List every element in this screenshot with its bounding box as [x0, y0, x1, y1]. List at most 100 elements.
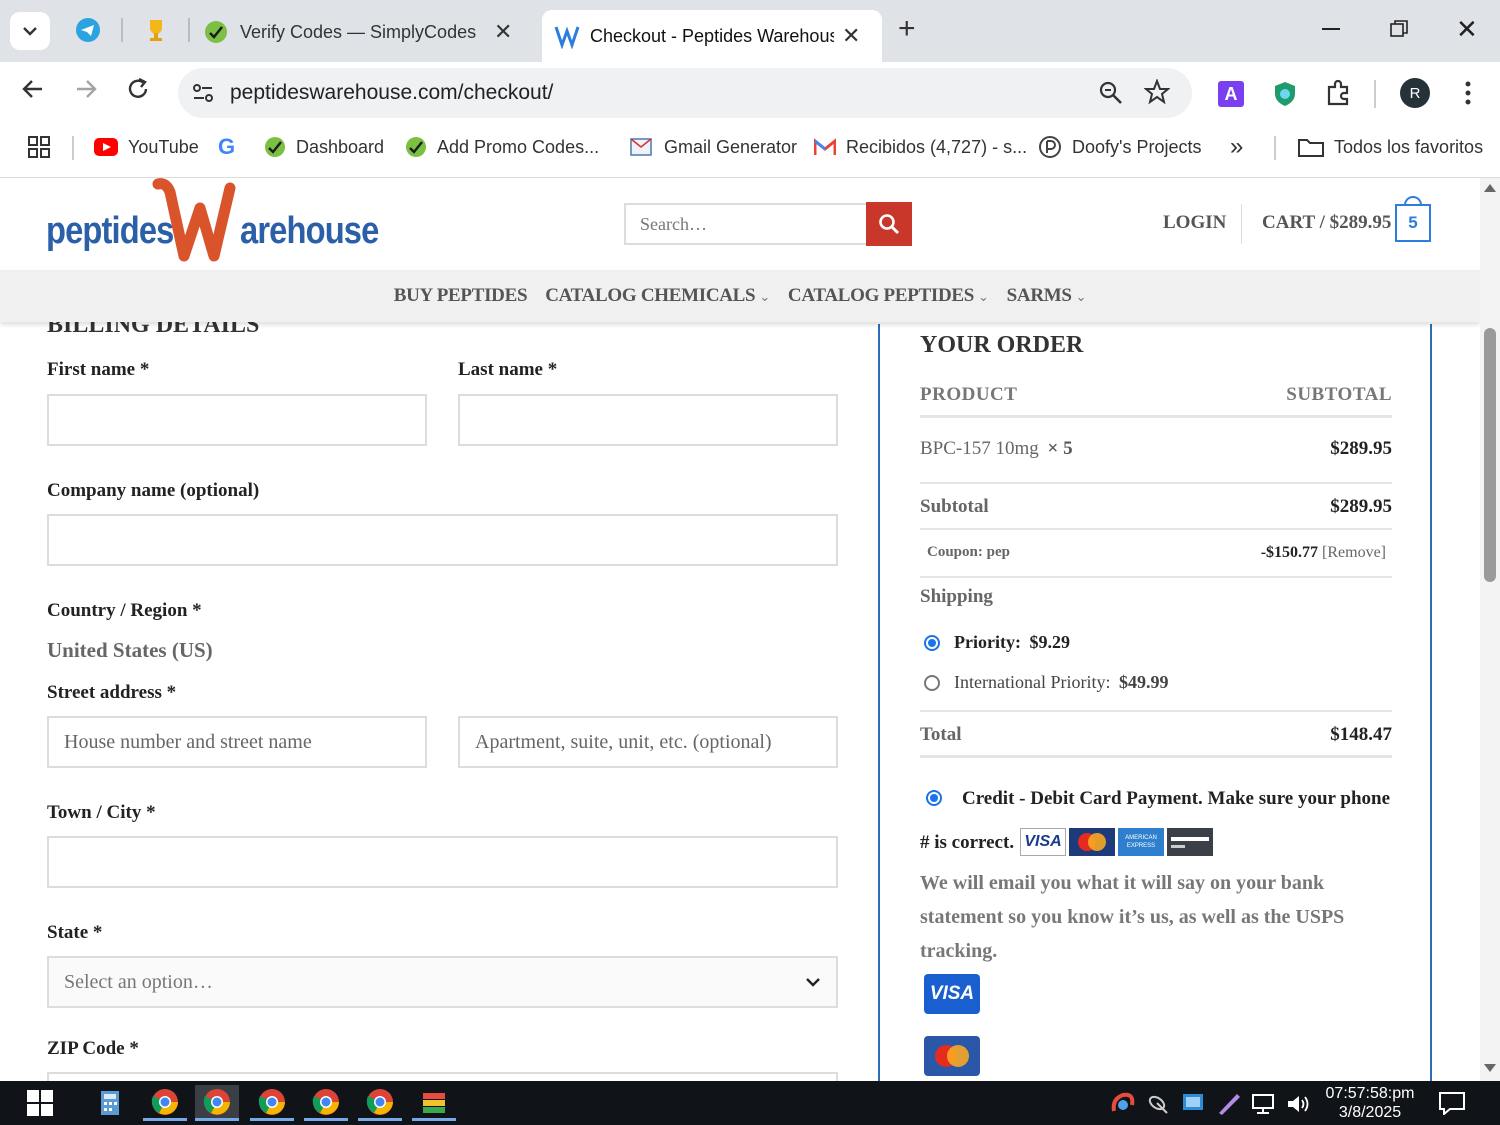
zoom-icon[interactable]	[1098, 80, 1124, 111]
nav-buy-peptides[interactable]: BUY PEPTIDES	[393, 285, 528, 307]
tab-checkout[interactable]: Checkout - Peptides Warehouse ✕	[542, 10, 882, 62]
clock[interactable]: 07:57:58:pm 3/8/2025	[1322, 1084, 1418, 1122]
shipping-label: Shipping	[920, 586, 993, 607]
taskbar-chrome-3[interactable]	[250, 1085, 294, 1121]
start-button[interactable]	[18, 1085, 62, 1121]
tab-strip: Verify Codes — SimplyCodes ✕ Checkout - …	[0, 0, 1500, 62]
pinned-tab-telegram[interactable]	[74, 16, 102, 44]
visa-badge-icon: VISA	[924, 974, 980, 1014]
site-logo[interactable]: peptides arehouse	[46, 178, 386, 270]
shipping-option-priority[interactable]: Priority: $9.29	[924, 632, 1070, 653]
state-select[interactable]: Select an option…	[47, 956, 838, 1008]
apartment-input[interactable]	[475, 730, 821, 754]
page-scrollbar[interactable]	[1480, 178, 1500, 1081]
tab-search-button[interactable]	[10, 12, 50, 50]
close-window-button[interactable]: ✕	[1456, 14, 1478, 44]
network-icon[interactable]	[1250, 1093, 1276, 1120]
bookmark-gmail-generator[interactable]: Gmail Generator	[630, 124, 797, 170]
nav-label: SARMS	[1006, 285, 1072, 306]
zip-field[interactable]	[47, 1072, 838, 1081]
close-tab-icon[interactable]: ✕	[842, 25, 860, 47]
login-link[interactable]: LOGIN	[1163, 212, 1226, 234]
search-button[interactable]	[866, 202, 912, 246]
tray-app-icon[interactable]	[1110, 1091, 1136, 1120]
bookmark-doofys-projects[interactable]: Doofy's Projects	[1038, 124, 1201, 170]
extensions-puzzle-icon[interactable]	[1324, 79, 1352, 112]
chrome-icon	[151, 1088, 178, 1115]
apps-grid-icon[interactable]	[28, 136, 50, 163]
tab-divider	[121, 18, 123, 42]
bookmark-dashboard[interactable]: Dashboard	[264, 124, 384, 170]
menu-kebab-icon[interactable]	[1464, 80, 1472, 111]
nav-label: BUY PEPTIDES	[393, 285, 528, 306]
first-name-input[interactable]	[64, 408, 410, 432]
visa-logo-icon: VISA	[1020, 828, 1066, 856]
bookmark-google[interactable]: G	[218, 124, 235, 170]
new-tab-button[interactable]: +	[898, 14, 916, 44]
payment-title-line1: Credit - Debit Card Payment. Make sure y…	[962, 788, 1391, 809]
pinned-tab-trophy[interactable]	[142, 16, 170, 44]
city-input[interactable]	[64, 850, 821, 874]
network-drive-tray-icon[interactable]	[1180, 1091, 1206, 1120]
cart-link[interactable]: CART / $289.95	[1262, 212, 1391, 234]
reload-icon[interactable]	[125, 76, 151, 109]
restore-button[interactable]	[1390, 20, 1408, 38]
last-name-field[interactable]	[458, 394, 838, 446]
windows-taskbar: 07:57:58:pm 3/8/2025	[0, 1081, 1500, 1125]
apartment-field[interactable]	[458, 716, 838, 768]
bookmark-label: Gmail Generator	[664, 136, 798, 157]
toolbar-divider	[1374, 80, 1376, 108]
pen-tray-icon[interactable]	[1216, 1091, 1242, 1120]
shipping-option-international[interactable]: International Priority: $49.99	[924, 672, 1168, 693]
taskbar-chrome-2[interactable]	[195, 1085, 239, 1121]
nav-catalog-chemicals[interactable]: CATALOG CHEMICALS ⌄	[545, 285, 770, 307]
volume-icon[interactable]	[1286, 1093, 1312, 1120]
scroll-up-arrow-icon[interactable]	[1484, 184, 1496, 192]
zip-label: ZIP Code *	[47, 1038, 139, 1059]
last-name-input[interactable]	[475, 408, 821, 432]
minimize-button[interactable]	[1322, 28, 1340, 30]
nav-sarms[interactable]: SARMS ⌄	[1007, 285, 1087, 307]
all-bookmarks-folder[interactable]: Todos los favoritos	[1298, 124, 1483, 170]
profile-avatar[interactable]: R	[1400, 78, 1430, 108]
bookmark-star-icon[interactable]	[1143, 78, 1171, 110]
address-bar[interactable]: peptideswarehouse.com/checkout/	[178, 68, 1192, 118]
radio-unselected[interactable]	[924, 674, 940, 691]
street-field[interactable]	[47, 716, 427, 768]
company-label: Company name (optional)	[47, 480, 260, 501]
company-input[interactable]	[64, 528, 821, 552]
tab-title: Checkout - Peptides Warehouse	[590, 25, 834, 46]
taskbar-app-stack[interactable]	[412, 1085, 456, 1121]
remove-coupon-link[interactable]: [Remove]	[1322, 544, 1386, 561]
bookmark-youtube[interactable]: YouTube	[94, 124, 199, 170]
city-field[interactable]	[47, 836, 838, 888]
shield-extension-icon[interactable]	[1272, 80, 1298, 113]
search-field[interactable]: Search…	[624, 203, 868, 245]
first-name-field[interactable]	[47, 394, 427, 446]
scrollbar-thumb[interactable]	[1484, 328, 1496, 582]
tab-simplycodes[interactable]: Verify Codes — SimplyCodes ✕	[204, 10, 524, 54]
card-logos: VISA AMERICAN EXPRESS	[1020, 828, 1213, 856]
back-icon[interactable]	[20, 76, 46, 109]
radio-selected[interactable]	[924, 634, 940, 651]
bookmark-gmail-inbox[interactable]: Recibidos (4,727) - s...	[814, 124, 1027, 170]
taskbar-chrome-5[interactable]	[358, 1085, 402, 1121]
bookmark-add-promo-codes[interactable]: Add Promo Codes...	[405, 124, 599, 170]
taskbar-calculator[interactable]	[88, 1085, 132, 1121]
company-field[interactable]	[47, 514, 838, 566]
extension-a-icon[interactable]: A	[1218, 81, 1244, 107]
satellite-tray-icon[interactable]	[1145, 1091, 1171, 1120]
taskbar-chrome-1[interactable]	[143, 1085, 187, 1121]
taskbar-chrome-4[interactable]	[304, 1085, 348, 1121]
notifications-icon[interactable]	[1438, 1091, 1466, 1120]
street-input[interactable]	[64, 730, 410, 754]
close-tab-icon[interactable]: ✕	[494, 21, 512, 43]
site-info-icon[interactable]	[190, 80, 216, 111]
radio-selected[interactable]	[926, 790, 942, 806]
cart-count-badge[interactable]: 5	[1395, 204, 1431, 242]
url-text[interactable]: peptideswarehouse.com/checkout/	[230, 81, 553, 105]
nav-catalog-peptides[interactable]: CATALOG PEPTIDES ⌄	[788, 285, 989, 307]
scroll-down-arrow-icon[interactable]	[1484, 1064, 1496, 1072]
forward-icon[interactable]	[73, 76, 99, 109]
bookmarks-overflow-button[interactable]: »	[1230, 124, 1243, 170]
